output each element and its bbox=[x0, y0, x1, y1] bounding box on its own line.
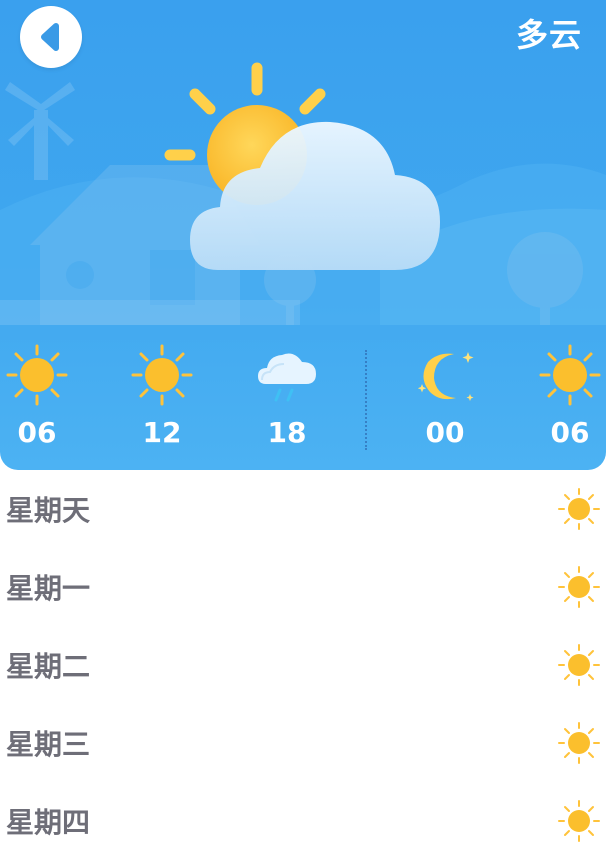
hour-label: 12 bbox=[142, 416, 182, 449]
day-label: 星期二 bbox=[6, 650, 91, 683]
sun-icon bbox=[6, 344, 68, 406]
rain-cloud-icon bbox=[258, 353, 316, 402]
sun-icon bbox=[558, 488, 600, 530]
day-label: 星期一 bbox=[6, 572, 91, 605]
hourly-item[interactable]: 12 bbox=[127, 340, 197, 449]
hourly-forecast: 06 12 18 00 06 bbox=[0, 340, 606, 470]
day-label: 星期三 bbox=[6, 728, 91, 761]
sun-icon bbox=[558, 566, 600, 608]
day-label: 星期天 bbox=[6, 494, 91, 527]
sun-icon bbox=[558, 722, 600, 764]
sun-icon bbox=[539, 344, 601, 406]
weather-app: 多云 06 12 18 00 06 星期天 星期一 星期二 星期三 星期四 bbox=[0, 0, 606, 853]
daily-row[interactable]: 星期三 bbox=[0, 704, 606, 782]
hour-label: 00 bbox=[425, 416, 465, 449]
weather-condition: 多云 bbox=[515, 16, 582, 54]
daily-row[interactable]: 星期天 bbox=[0, 470, 606, 548]
hour-label: 18 bbox=[267, 416, 307, 449]
moon-icon bbox=[417, 352, 474, 401]
sun-icon bbox=[558, 800, 600, 842]
daily-forecast: 星期天 星期一 星期二 星期三 星期四 bbox=[0, 470, 606, 853]
night-divider bbox=[365, 350, 367, 450]
daily-row[interactable]: 星期四 bbox=[0, 782, 606, 853]
hourly-item[interactable]: 06 bbox=[535, 340, 605, 449]
day-label: 星期四 bbox=[6, 806, 91, 839]
chevron-left-icon bbox=[41, 23, 59, 51]
hour-label: 06 bbox=[550, 416, 590, 449]
daily-row[interactable]: 星期一 bbox=[0, 548, 606, 626]
back-button[interactable] bbox=[20, 6, 82, 68]
hour-label: 06 bbox=[17, 416, 57, 449]
partly-cloudy-icon bbox=[164, 62, 440, 270]
hourly-item[interactable]: 18 bbox=[252, 340, 322, 449]
sun-icon bbox=[131, 344, 193, 406]
hourly-item[interactable]: 00 bbox=[410, 340, 480, 449]
hourly-item[interactable]: 06 bbox=[2, 340, 72, 449]
daily-row[interactable]: 星期二 bbox=[0, 626, 606, 704]
sun-icon bbox=[558, 644, 600, 686]
